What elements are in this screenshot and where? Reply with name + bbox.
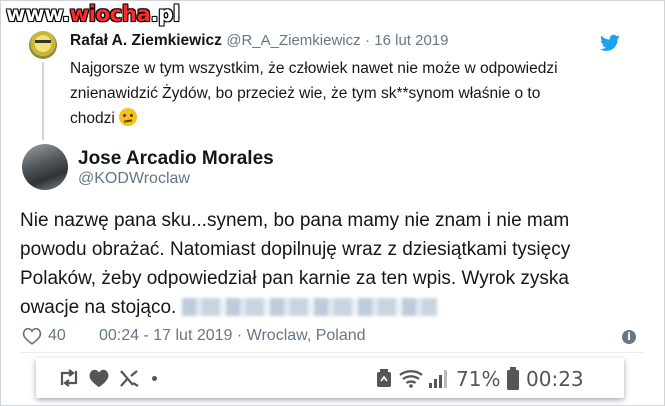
like-heart-icon[interactable]: [22, 327, 42, 345]
wifi-icon: [399, 370, 423, 388]
quoted-text-line: Najgorsze w tym wszystkim, że człowiek n…: [70, 60, 558, 77]
tweet-text-line: Polaków, żeby odpowiedział pan karnie za…: [20, 268, 569, 289]
quoted-text-line: chodzi: [70, 106, 630, 131]
tweet-text-line: owacje na stojąco.: [20, 293, 640, 322]
muted-icon: [120, 370, 139, 387]
like-count: 40: [48, 327, 66, 344]
quoted-separator: ·: [364, 32, 370, 49]
author-avatar[interactable]: [22, 144, 68, 190]
tweet-text-line: Nie nazwę pana sku...synem, bo pana mamy…: [20, 210, 570, 231]
tweet-text-line: powodu obrażać. Natomiast dopilnuję wraz…: [20, 239, 571, 260]
quoted-tweet-text: Najgorsze w tym wszystkim, że człowiek n…: [70, 56, 630, 131]
quoted-tweet-date[interactable]: 16 lut 2019: [374, 32, 448, 49]
tweet-text: Nie nazwę pana sku...synem, bo pana mamy…: [20, 206, 640, 322]
author-handle[interactable]: @KODWroclaw: [78, 170, 190, 188]
divider: [20, 352, 644, 353]
blurred-link[interactable]: [182, 298, 438, 316]
quoted-tweet-header: Rafał A. Ziemkiewicz @R_A_Ziemkiewicz · …: [70, 32, 449, 50]
info-icon[interactable]: i: [622, 330, 636, 344]
thread-line: [42, 62, 44, 140]
tweet-timestamp-location[interactable]: 00:24 - 17 lut 2019 · Wroclaw, Poland: [99, 327, 366, 345]
signal-icon: [429, 370, 447, 388]
heart-icon[interactable]: [88, 367, 110, 389]
clock: 00:23: [526, 367, 584, 391]
battery-percent: 71%: [456, 367, 501, 391]
quoted-author-handle[interactable]: @R_A_Ziemkiewicz: [226, 32, 360, 49]
phone-status-bar: 71% 00:23: [36, 358, 624, 398]
retweet-icon[interactable]: [56, 367, 82, 389]
tweet-meta: 40 00:24 - 17 lut 2019 · Wroclaw, Poland…: [22, 325, 636, 347]
twitter-bird-icon: [600, 34, 620, 51]
thinking-face-icon: [118, 108, 137, 126]
author-name[interactable]: Jose Arcadio Morales: [78, 148, 274, 170]
recycle-icon: [377, 369, 391, 387]
quoted-author-name[interactable]: Rafał A. Ziemkiewicz: [70, 32, 222, 49]
battery-icon: [507, 367, 519, 390]
quoted-text-line: znienawidzić Żydów, bo przecież wie, że …: [70, 85, 541, 102]
dot-icon: [152, 376, 157, 381]
watermark: www.wiocha.pl: [6, 2, 180, 26]
quoted-author-avatar[interactable]: [29, 31, 57, 59]
